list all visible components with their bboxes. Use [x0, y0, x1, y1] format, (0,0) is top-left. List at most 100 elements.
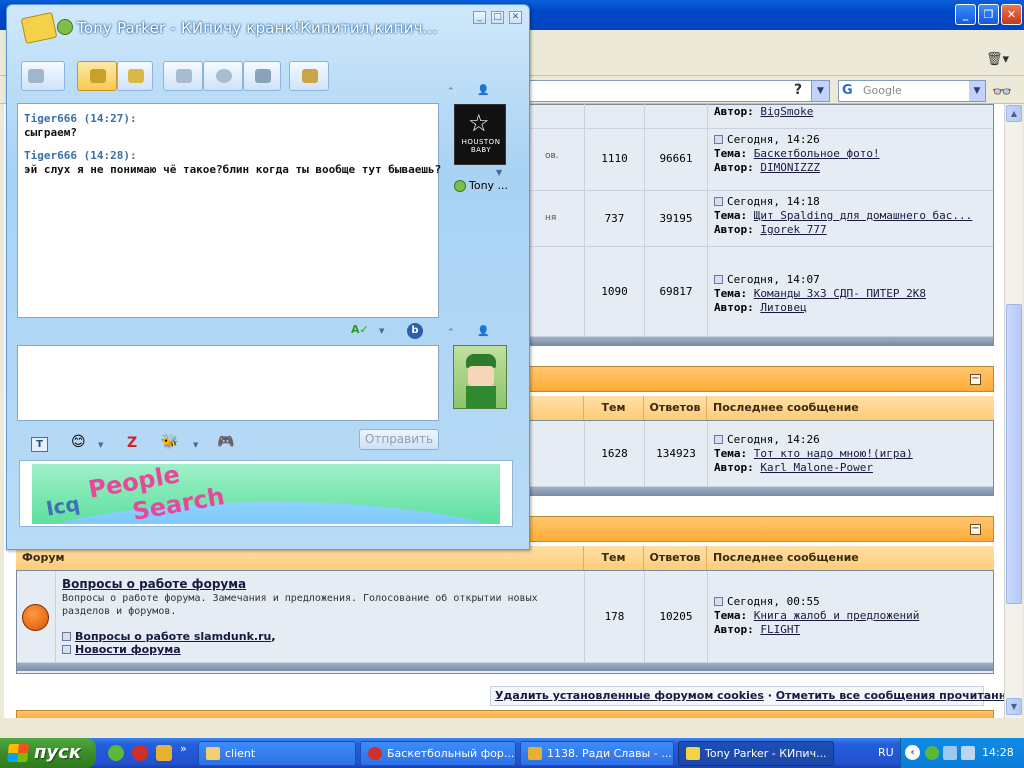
author-link[interactable]: BigSmoke: [760, 105, 813, 118]
gamepad-icon[interactable]: 🎮: [217, 434, 234, 450]
own-avatar[interactable]: [453, 345, 507, 409]
help-icon[interactable]: ?: [787, 82, 809, 100]
message-icon: [90, 69, 106, 83]
forum-table-bottom: Вопросы о работе форума Вопросы о работе…: [16, 570, 994, 674]
minimize-button[interactable]: _: [473, 11, 486, 24]
subforum-link-2[interactable]: Новости форума: [75, 643, 181, 656]
winamp-icon: [528, 747, 542, 760]
topic-link[interactable]: Баскетбольное фото!: [754, 147, 880, 160]
search-dropdown-button[interactable]: ▼: [969, 81, 985, 101]
close-button[interactable]: ✕: [1001, 4, 1022, 25]
file-transfer-button[interactable]: [117, 61, 153, 91]
send-button[interactable]: Отправить: [359, 429, 439, 450]
spellcheck-dropdown-icon[interactable]: ▼: [379, 327, 384, 335]
smiley-icon[interactable]: 😊: [71, 434, 86, 450]
more-button[interactable]: [289, 61, 329, 91]
header-last-post: Последнее сообщение: [706, 546, 994, 570]
address-dropdown-button[interactable]: ▼: [811, 81, 829, 101]
tray-expand-icon[interactable]: ‹: [905, 745, 920, 760]
video-button[interactable]: [203, 61, 243, 91]
message-header: Tiger666 (14:27):: [24, 112, 137, 125]
task-client[interactable]: client: [198, 741, 356, 766]
author-link[interactable]: FLIGHT: [760, 623, 800, 636]
collapse-arrow-icon[interactable]: ⌃: [447, 328, 455, 338]
author-link[interactable]: Литовец: [760, 301, 806, 314]
glasses-icon[interactable]: 👓: [992, 82, 1012, 101]
own-person-icon: 👤: [477, 326, 490, 337]
star-icon: ☆: [468, 109, 490, 137]
maximize-button[interactable]: □: [491, 11, 504, 24]
avatar-dropdown-icon[interactable]: ▼: [496, 168, 502, 177]
add-contact-button[interactable]: [21, 61, 65, 91]
topic-label: Тема:: [714, 609, 748, 622]
task-label: client: [225, 747, 256, 760]
call-button[interactable]: [163, 61, 203, 91]
text-format-icon[interactable]: T: [31, 437, 48, 452]
task-basketball-forum[interactable]: Баскетбольный фор...: [360, 741, 516, 766]
start-button[interactable]: пуск: [0, 738, 96, 768]
bee-dropdown-icon[interactable]: ▼: [193, 441, 198, 449]
language-indicator[interactable]: RU: [878, 746, 894, 759]
scroll-thumb[interactable]: [1006, 304, 1022, 604]
minimize-button[interactable]: _: [955, 4, 976, 25]
task-icq-chat[interactable]: Tony Parker - КИпич...: [678, 741, 834, 766]
network-tray-icon[interactable]: [943, 746, 957, 760]
topics-count: 737: [584, 191, 644, 246]
icq-quicklaunch-icon[interactable]: [108, 745, 124, 761]
topic-link[interactable]: Щит Spalding для домашнего бас...: [754, 209, 973, 222]
trash-icon[interactable]: 🗑▾: [986, 52, 1009, 67]
basketball-icon: [22, 604, 49, 631]
header-topics: Тем: [583, 396, 643, 420]
collapse-arrow-icon[interactable]: ⌃: [447, 87, 455, 97]
maximize-button[interactable]: ❐: [978, 4, 999, 25]
message-header: Tiger666 (14:28):: [24, 149, 137, 162]
message-text: сыграем?: [24, 126, 77, 139]
author-link[interactable]: Igorek 777: [760, 223, 826, 236]
topic-link[interactable]: Книга жалоб и предложений: [754, 609, 920, 622]
vertical-scrollbar[interactable]: ▲ ▼: [1004, 104, 1022, 718]
icq-tray-icon[interactable]: [925, 746, 939, 760]
task-radi-slavy[interactable]: 1138. Ради Славы - ...: [520, 741, 674, 766]
zap-icon[interactable]: Z: [127, 435, 137, 451]
sms-button[interactable]: [243, 61, 281, 91]
forum-desc-fragment: ня: [545, 213, 557, 223]
mark-all-read-link[interactable]: Отметить все сообщения прочитанными: [776, 689, 1004, 702]
author-label: Автор:: [714, 301, 754, 314]
replies-count: 39195: [644, 191, 707, 246]
topic-link[interactable]: Тот кто надо мною!(игра): [754, 447, 913, 460]
smiley-dropdown-icon[interactable]: ▼: [98, 441, 103, 449]
status-flower-icon: [454, 180, 466, 192]
message-mode-button[interactable]: [77, 61, 117, 91]
scroll-down-button[interactable]: ▼: [1006, 698, 1022, 715]
search-input[interactable]: G Google ▼: [838, 80, 986, 102]
forum-title-link[interactable]: Вопросы о работе форума: [62, 577, 578, 591]
header-last-post: Последнее сообщение: [706, 396, 994, 420]
network2-tray-icon[interactable]: [961, 746, 975, 760]
bee-icon[interactable]: 🐝: [161, 434, 178, 450]
category-header-bar: [16, 710, 994, 718]
opera-quicklaunch-icon[interactable]: [132, 745, 148, 761]
topic-link[interactable]: Команды 3х3 СДП- ПИТЕР 2К8: [754, 287, 926, 300]
icq-people-search-banner[interactable]: Icq People Search: [19, 460, 513, 527]
message-compose-input[interactable]: [17, 345, 439, 421]
quicklaunch-overflow-icon[interactable]: »: [180, 742, 187, 755]
close-button[interactable]: ✕: [509, 11, 522, 24]
author-link[interactable]: Karl Malone-Power: [760, 461, 873, 474]
task-label: Tony Parker - КИпич...: [705, 747, 827, 760]
contact-avatar[interactable]: ☆ HOUSTON BABY: [454, 104, 506, 165]
subforum-link-1[interactable]: Вопросы о работе slamdunk.ru: [75, 630, 271, 643]
author-link[interactable]: DIMONIZZZ: [760, 161, 820, 174]
author-label: Автор:: [714, 161, 754, 174]
delete-cookies-link[interactable]: Удалить установленные форумом cookies: [495, 689, 764, 702]
collapse-icon[interactable]: −: [970, 524, 981, 535]
address-input[interactable]: [528, 80, 830, 102]
winamp-quicklaunch-icon[interactable]: [156, 745, 172, 761]
forum-info-cell: Вопросы о работе форума Вопросы о работе…: [55, 571, 584, 662]
collapse-icon[interactable]: −: [970, 374, 981, 385]
scroll-up-button[interactable]: ▲: [1006, 105, 1022, 122]
topic-label: Тема:: [714, 147, 748, 160]
icq-chat-window: Tony Parker - КИпичу кранк!Кипитил,кипич…: [6, 4, 530, 550]
spellcheck-icon[interactable]: A✓: [351, 323, 369, 336]
phone-icon: [176, 69, 192, 83]
bing-icon[interactable]: b: [407, 323, 423, 339]
